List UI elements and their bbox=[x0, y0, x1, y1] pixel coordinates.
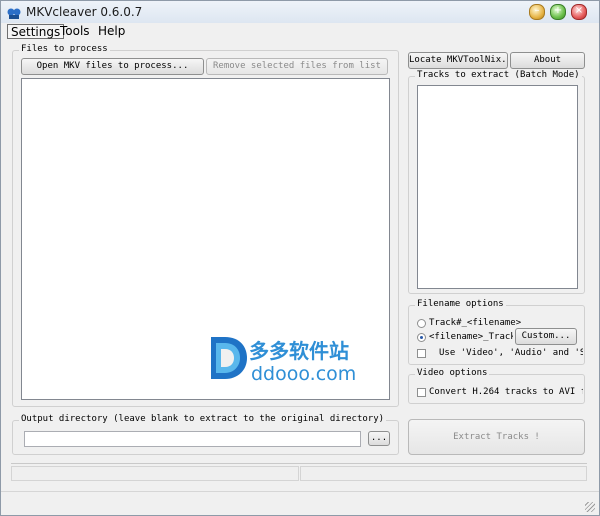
output-directory-label: Output directory (leave blank to extract… bbox=[19, 414, 387, 424]
maximize-icon: + bbox=[553, 5, 563, 16]
close-icon: × bbox=[574, 5, 584, 16]
watermark-domain: ddooo.com bbox=[251, 363, 357, 385]
watermark: 多多软件站 ddooo.com bbox=[207, 331, 387, 391]
watermark-logo-icon bbox=[211, 337, 247, 379]
option-track-filename-label: Track#_<filename> bbox=[429, 318, 522, 328]
status-pane-right bbox=[300, 466, 587, 481]
option-filename-track-label: <filename>_Track# bbox=[429, 332, 513, 342]
about-button[interactable]: About bbox=[510, 52, 585, 69]
app-window: MKVcleaver 0.6.0.7 – + × Settings Tools … bbox=[0, 0, 600, 516]
resize-grip-icon[interactable] bbox=[585, 502, 595, 512]
tracks-list[interactable] bbox=[417, 85, 578, 289]
maximize-button[interactable]: + bbox=[550, 4, 566, 20]
output-directory-group: Output directory (leave blank to extract… bbox=[12, 414, 399, 455]
menu-bar: Settings Tools Help bbox=[1, 23, 599, 41]
app-logo-icon bbox=[7, 8, 21, 19]
menu-help[interactable]: Help bbox=[95, 24, 128, 39]
custom-button[interactable]: Custom... bbox=[515, 328, 577, 345]
tracks-group: Tracks to extract (Batch Mode) bbox=[408, 70, 585, 294]
menu-tools[interactable]: Tools bbox=[57, 24, 93, 39]
locate-mkvtoolnix-button[interactable]: Locate MKVToolNix... bbox=[408, 52, 508, 69]
use-video-audio-checkbox[interactable] bbox=[417, 349, 426, 358]
minimize-icon: – bbox=[534, 5, 540, 16]
video-options-group: Video options Convert H.264 tracks to AV… bbox=[408, 368, 585, 404]
convert-h264-label: Convert H.264 tracks to AVI fil bbox=[429, 387, 583, 397]
menu-settings[interactable]: Settings bbox=[7, 24, 65, 39]
convert-h264-checkbox[interactable] bbox=[417, 388, 426, 397]
option-track-filename-radio[interactable] bbox=[417, 319, 426, 328]
status-pane-left bbox=[11, 466, 299, 481]
watermark-brand: 多多软件站 bbox=[249, 339, 349, 363]
open-mkv-button[interactable]: Open MKV files to process... bbox=[21, 58, 204, 75]
browse-button[interactable]: ... bbox=[368, 431, 390, 446]
extract-tracks-button[interactable]: Extract Tracks ! bbox=[408, 419, 585, 455]
status-bar bbox=[11, 463, 587, 483]
filename-options-group: Filename options Track#_<filename> <file… bbox=[408, 299, 585, 365]
close-button[interactable]: × bbox=[571, 4, 587, 20]
minimize-button[interactable]: – bbox=[529, 4, 545, 20]
files-group-label: Files to process bbox=[19, 44, 110, 54]
output-directory-input[interactable] bbox=[24, 431, 361, 447]
window-title: MKVcleaver 0.6.0.7 bbox=[26, 5, 143, 19]
option-filename-track-radio[interactable] bbox=[417, 333, 426, 342]
use-video-audio-label: Use 'Video', 'Audio' and 'S bbox=[439, 348, 583, 358]
video-options-label: Video options bbox=[415, 368, 490, 378]
title-bar: MKVcleaver 0.6.0.7 – + × bbox=[1, 1, 599, 24]
window-footer bbox=[1, 491, 599, 516]
remove-selected-button[interactable]: Remove selected files from list bbox=[206, 58, 388, 75]
filename-options-label: Filename options bbox=[415, 299, 506, 309]
tracks-group-label: Tracks to extract (Batch Mode) bbox=[415, 70, 582, 80]
